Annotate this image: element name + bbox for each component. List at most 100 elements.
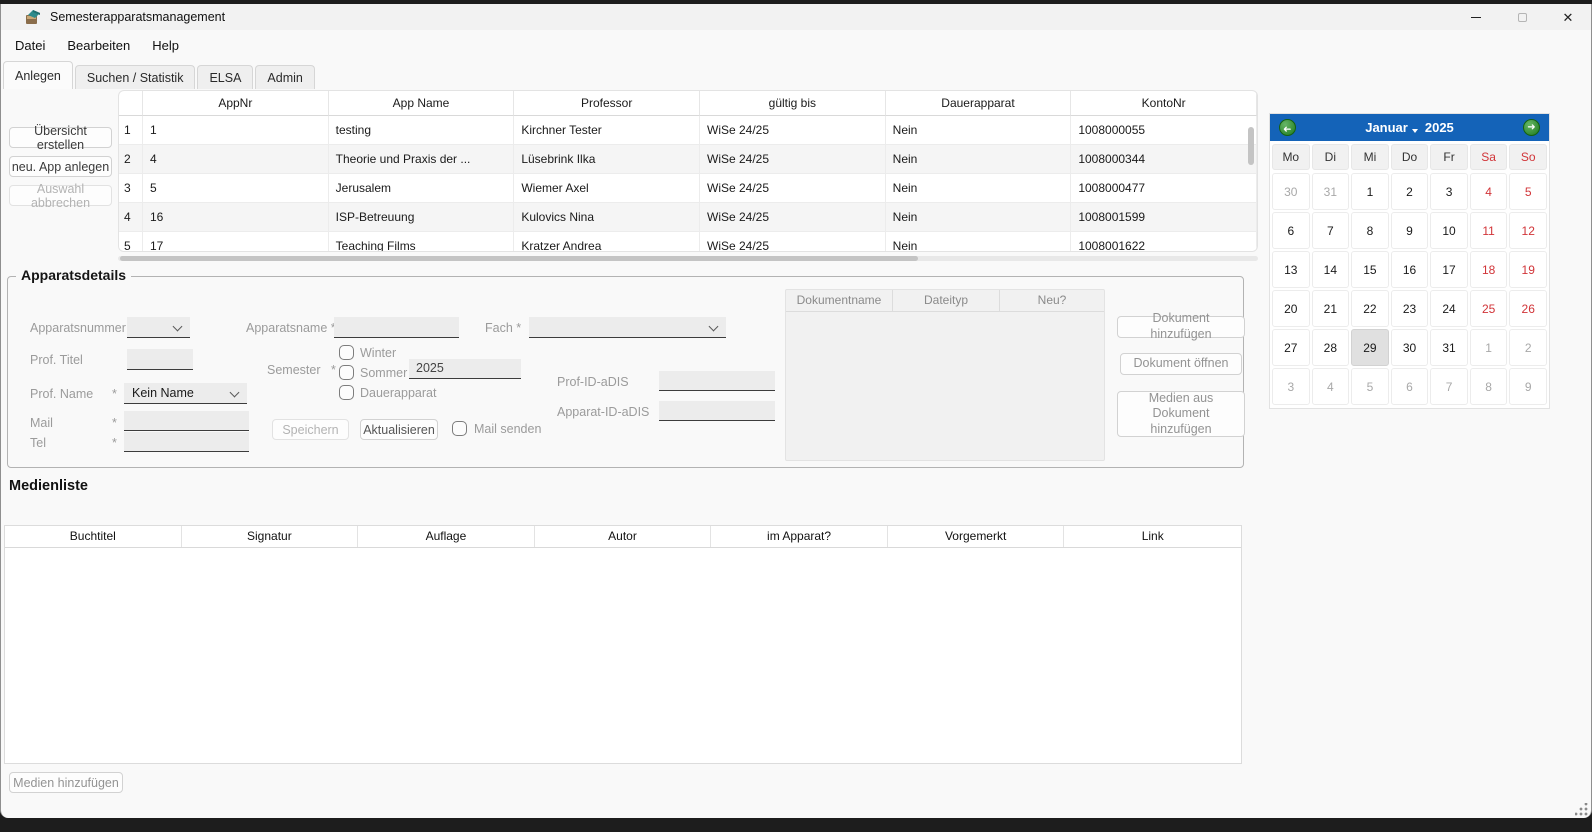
horizontal-scrollbar-thumb[interactable] (120, 256, 918, 261)
prof-titel-input[interactable] (127, 349, 193, 370)
medien-hinzufuegen-button[interactable]: Medien hinzufügen (9, 772, 123, 793)
calendar-day-cell[interactable]: 4 (1312, 368, 1350, 405)
media-column-header[interactable]: Buchtitel (5, 526, 182, 547)
documents-column-header[interactable]: Dokumentname (786, 290, 893, 312)
calendar-day-cell[interactable]: 16 (1391, 251, 1429, 288)
apps-table-column-header[interactable]: AppNr (143, 91, 329, 116)
calendar-day-cell[interactable]: 11 (1470, 212, 1508, 249)
calendar-day-cell[interactable]: 7 (1430, 368, 1468, 405)
calendar-title[interactable]: Januar 2025 (1365, 120, 1454, 135)
calendar-day-cell[interactable]: 30 (1272, 173, 1310, 210)
minimize-button[interactable] (1453, 4, 1499, 30)
calendar-day-cell[interactable]: 2 (1391, 173, 1429, 210)
documents-column-header[interactable]: Dateityp (893, 290, 1000, 312)
table-row[interactable]: 2 4 Theorie und Praxis der ... Lüsebrink… (119, 145, 1257, 174)
documents-column-header[interactable]: Neu? (1000, 290, 1104, 312)
media-column-header[interactable]: Vorgemerkt (888, 526, 1065, 547)
calendar-day-cell[interactable]: 7 (1312, 212, 1350, 249)
calendar-day-cell[interactable]: 8 (1470, 368, 1508, 405)
apparatsnummer-combo[interactable] (127, 317, 190, 338)
calendar-day-cell[interactable]: 9 (1509, 368, 1547, 405)
media-column-header[interactable]: Autor (535, 526, 712, 547)
calendar-day-cell[interactable]: 10 (1430, 212, 1468, 249)
calendar-day-cell[interactable]: 15 (1351, 251, 1389, 288)
calendar-day-cell[interactable]: 31 (1430, 329, 1468, 366)
calendar-day-cell[interactable]: 3 (1430, 173, 1468, 210)
calendar-day-cell[interactable]: 25 (1470, 290, 1508, 327)
calendar-prev-month-button[interactable]: ➜ (1279, 119, 1296, 136)
calendar-day-cell[interactable]: 4 (1470, 173, 1508, 210)
calendar-day-cell[interactable]: 22 (1351, 290, 1389, 327)
aktualisieren-button[interactable]: Aktualisieren (360, 419, 438, 440)
calendar-day-cell[interactable]: 19 (1509, 251, 1547, 288)
speichern-button[interactable]: Speichern (272, 419, 349, 440)
apps-table-column-header[interactable]: gültig bis (700, 91, 886, 116)
tab[interactable]: Suchen / Statistik (75, 65, 196, 89)
calendar-day-cell[interactable]: 12 (1509, 212, 1547, 249)
apps-table-column-header[interactable]: Professor (514, 91, 700, 116)
calendar-day-cell[interactable]: 17 (1430, 251, 1468, 288)
sidebar-button[interactable]: Übersicht erstellen (9, 127, 112, 148)
mail-senden-checkbox-row[interactable]: Mail senden (452, 421, 541, 436)
sidebar-button[interactable]: Auswahl abbrechen (9, 185, 112, 206)
calendar-day-cell[interactable]: 21 (1312, 290, 1350, 327)
semester-radio-option[interactable]: Winter (339, 345, 436, 360)
table-row[interactable]: 1 1 testing Kirchner Tester WiSe 24/25 N… (119, 116, 1257, 145)
calendar-day-cell[interactable]: 1 (1470, 329, 1508, 366)
calendar-day-cell[interactable]: 8 (1351, 212, 1389, 249)
calendar-day-cell[interactable]: 28 (1312, 329, 1350, 366)
apps-table-column-header[interactable]: KontoNr (1071, 91, 1257, 116)
tab[interactable]: Admin (255, 65, 314, 89)
medien-aus-dokument-button[interactable]: Medien aus Dokument hinzufügen (1117, 391, 1245, 437)
calendar-day-cell[interactable]: 18 (1470, 251, 1508, 288)
media-column-header[interactable]: Link (1064, 526, 1241, 547)
vertical-scrollbar-thumb[interactable] (1248, 127, 1254, 165)
calendar-day-cell[interactable]: 30 (1391, 329, 1429, 366)
media-column-header[interactable]: im Apparat? (711, 526, 888, 547)
calendar-day-cell[interactable]: 1 (1351, 173, 1389, 210)
calendar-day-cell[interactable]: 5 (1509, 173, 1547, 210)
tab[interactable]: ELSA (197, 65, 253, 89)
menu-item[interactable]: Bearbeiten (56, 38, 141, 53)
calendar-day-cell[interactable]: 6 (1391, 368, 1429, 405)
calendar-day-cell[interactable]: 9 (1391, 212, 1429, 249)
media-column-header[interactable]: Auflage (358, 526, 535, 547)
fach-combo[interactable] (529, 317, 726, 338)
prof-id-adis-input[interactable] (659, 371, 775, 391)
calendar-day-cell[interactable]: 3 (1272, 368, 1310, 405)
maximize-button[interactable] (1499, 4, 1545, 30)
tab[interactable]: Anlegen (3, 61, 73, 89)
calendar-day-cell[interactable]: 31 (1312, 173, 1350, 210)
calendar-day-cell[interactable]: 14 (1312, 251, 1350, 288)
calendar-day-cell[interactable]: 6 (1272, 212, 1310, 249)
horizontal-scrollbar[interactable] (118, 256, 1258, 261)
calendar-day-cell[interactable]: 26 (1509, 290, 1547, 327)
table-row[interactable]: 5 17 Teaching Films Kratzer Andrea WiSe … (119, 232, 1257, 252)
menu-item[interactable]: Datei (4, 38, 56, 53)
menu-item[interactable]: Help (141, 38, 190, 53)
media-column-header[interactable]: Signatur (182, 526, 359, 547)
apps-table-column-header[interactable]: Dauerapparat (886, 91, 1072, 116)
semester-year-input[interactable]: 2025 (409, 359, 521, 379)
calendar-day-cell[interactable]: 13 (1272, 251, 1310, 288)
calendar-day-cell[interactable]: 24 (1430, 290, 1468, 327)
resize-grip-icon[interactable] (1575, 803, 1588, 816)
dokument-hinzufuegen-button[interactable]: Dokument hinzufügen (1117, 316, 1245, 338)
calendar-day-cell[interactable]: 27 (1272, 329, 1310, 366)
calendar-day-cell[interactable]: 23 (1391, 290, 1429, 327)
calendar-day-cell[interactable]: 5 (1351, 368, 1389, 405)
dokument-oeffnen-button[interactable]: Dokument öffnen (1120, 353, 1242, 375)
sidebar-button[interactable]: neu. App anlegen (9, 156, 112, 177)
mail-input[interactable] (124, 411, 249, 431)
semester-radio-option[interactable]: Dauerapparat (339, 385, 436, 400)
apparatsname-input[interactable] (334, 317, 459, 338)
calendar-day-cell[interactable]: 2 (1509, 329, 1547, 366)
prof-name-combo[interactable]: Kein Name (124, 383, 247, 404)
apparat-id-adis-input[interactable] (659, 401, 775, 421)
calendar-day-cell[interactable]: 20 (1272, 290, 1310, 327)
apps-table-column-header[interactable]: App Name (329, 91, 515, 116)
close-button[interactable]: ✕ (1545, 4, 1591, 30)
table-row[interactable]: 3 5 Jerusalem Wiemer Axel WiSe 24/25 Nei… (119, 174, 1257, 203)
calendar-next-month-button[interactable]: ➜ (1523, 119, 1540, 136)
calendar-day-cell[interactable]: 29 (1351, 329, 1389, 366)
